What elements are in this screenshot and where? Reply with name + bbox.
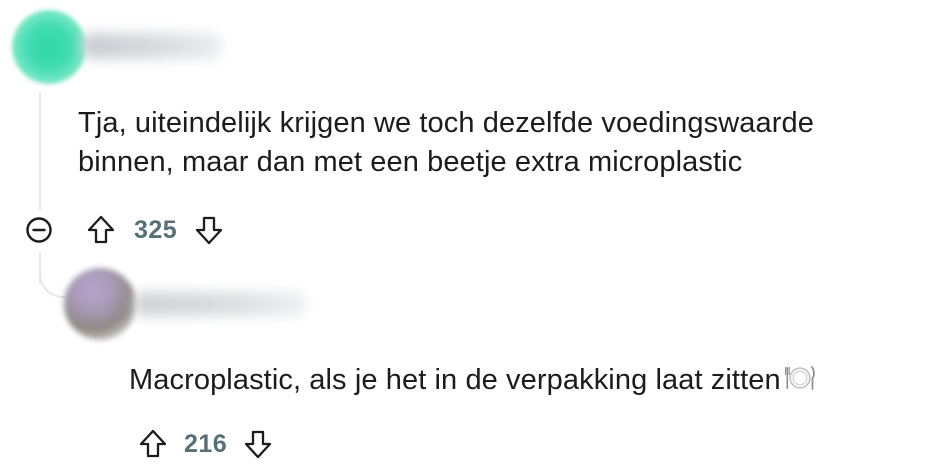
collapse-thread-button[interactable]: [24, 215, 54, 245]
upvote-button[interactable]: [136, 427, 170, 461]
collapse-icon: [26, 217, 52, 243]
vote-score: 325: [134, 215, 178, 244]
downvote-arrow-icon: [245, 430, 272, 459]
comment-actions: 216: [136, 424, 275, 464]
plate-with-cutlery-icon: [784, 364, 815, 403]
comment-actions: 325: [24, 210, 226, 250]
downvote-button[interactable]: [192, 213, 226, 247]
downvote-arrow-icon: [196, 216, 223, 245]
upvote-button[interactable]: [84, 213, 118, 247]
username-redacted[interactable]: [82, 33, 222, 59]
downvote-button[interactable]: [241, 427, 275, 461]
thread-line: [39, 92, 41, 210]
username-redacted[interactable]: [134, 292, 306, 316]
comment-body-line: binnen, maar dan met een beetje extra mi…: [78, 146, 743, 178]
upvote-arrow-icon: [139, 429, 167, 458]
avatar[interactable]: [64, 268, 136, 340]
comment-body-line: Tja, uiteindelijk krijgen we toch dezelf…: [78, 107, 814, 139]
comment-body: Tja, uiteindelijk krijgen we toch dezelf…: [78, 104, 908, 182]
avatar[interactable]: [12, 10, 86, 84]
comment-body: Macroplastic, als je het in de verpakkin…: [129, 361, 919, 403]
upvote-arrow-icon: [87, 215, 115, 244]
comment-body-text: Macroplastic, als je het in de verpakkin…: [129, 364, 781, 396]
vote-score: 216: [184, 429, 228, 458]
